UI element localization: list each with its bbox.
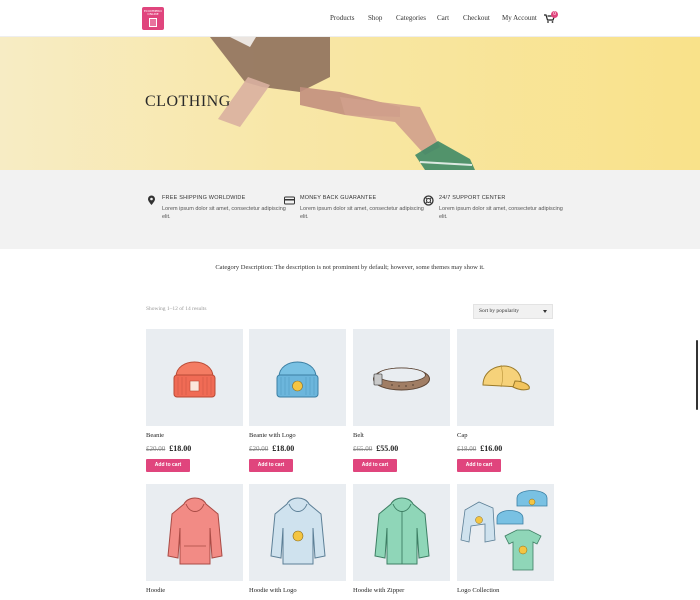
- belt-icon: [373, 367, 430, 391]
- product-name[interactable]: Cap: [457, 432, 554, 439]
- feature-title: FREE SHIPPING WORLDWIDE: [162, 195, 246, 201]
- old-price: £20.00: [146, 445, 166, 453]
- product-image[interactable]: [146, 484, 243, 581]
- add-to-cart-button[interactable]: Add to cart: [146, 459, 190, 472]
- product-name[interactable]: Hoodie with Logo: [249, 587, 346, 594]
- hero-banner: CLOTHING: [0, 37, 700, 170]
- product-name[interactable]: Beanie with Logo: [249, 432, 346, 439]
- beanie-blue-icon: [276, 361, 319, 398]
- product-image[interactable]: [457, 329, 554, 426]
- product-card: Beanie with Logo £20.00 £18.00 Add to ca…: [249, 329, 346, 472]
- product-price: £20.00 £18.00: [249, 444, 346, 453]
- product-card: Hoodie with Logo: [249, 484, 346, 594]
- sort-selected-label: Sort by popularity: [479, 308, 520, 314]
- nav-cart[interactable]: Cart: [437, 14, 449, 22]
- product-price: £18.00 £16.00: [457, 444, 554, 453]
- product-card: Hoodie with Zipper: [353, 484, 450, 594]
- feature-title: MONEY BACK GUARANTEE: [300, 195, 377, 201]
- cart-count-badge: 0: [551, 11, 558, 18]
- add-to-cart-button[interactable]: Add to cart: [457, 459, 501, 472]
- old-price: £18.00: [457, 445, 477, 453]
- product-name[interactable]: Hoodie: [146, 587, 243, 594]
- product-card: Beanie £20.00 £18.00 Add to cart: [146, 329, 243, 472]
- product-name[interactable]: Logo Collection: [457, 587, 554, 594]
- feature-text: Lorem ipsum dolor sit amet, consectetur …: [439, 206, 563, 220]
- product-name[interactable]: Beanie: [146, 432, 243, 439]
- logo-bag-icon: [149, 18, 157, 27]
- page-scrollbar[interactable]: [696, 340, 698, 410]
- feature-text: Lorem ipsum dolor sit amet, consectetur …: [300, 206, 424, 220]
- sale-price: £55.00: [376, 444, 399, 453]
- feature-title: 24/7 SUPPORT CENTER: [439, 195, 506, 201]
- features-bar: FREE SHIPPING WORLDWIDE Lorem ipsum dolo…: [0, 170, 700, 249]
- hoodie-blue-icon: [270, 497, 326, 565]
- cap-icon: [482, 364, 530, 391]
- beanie-orange-icon: [173, 361, 216, 398]
- site-logo[interactable]: ECOMMERCE ONLINE: [142, 7, 164, 30]
- product-price: £20.00 £18.00: [146, 444, 243, 453]
- sale-price: £16.00: [480, 444, 503, 453]
- chevron-down-icon: [543, 310, 547, 313]
- add-to-cart-button[interactable]: Add to cart: [249, 459, 293, 472]
- logo-collection-icon: [460, 490, 548, 571]
- nav-categories[interactable]: Categories: [396, 14, 426, 22]
- add-to-cart-button[interactable]: Add to cart: [353, 459, 397, 472]
- hoodie-pink-icon: [167, 497, 223, 565]
- product-name[interactable]: Hoodie with Zipper: [353, 587, 450, 594]
- nav-checkout[interactable]: Checkout: [463, 14, 490, 22]
- sale-price: £18.00: [272, 444, 295, 453]
- life-ring-icon: [423, 195, 434, 206]
- product-image[interactable]: [353, 484, 450, 581]
- product-image[interactable]: [353, 329, 450, 426]
- product-image[interactable]: [146, 329, 243, 426]
- product-card: Belt £65.00 £55.00 Add to cart: [353, 329, 450, 472]
- hoodie-green-icon: [374, 497, 430, 565]
- nav-my-account[interactable]: My Account: [502, 14, 537, 22]
- product-card: Cap £18.00 £16.00 Add to cart: [457, 329, 554, 472]
- page-title: CLOTHING: [145, 93, 231, 110]
- hero-runner-image: [210, 37, 475, 170]
- sort-select[interactable]: Sort by popularity: [473, 304, 553, 319]
- result-count: Showing 1–12 of 14 results: [146, 306, 207, 312]
- product-card: Hoodie: [146, 484, 243, 594]
- feature-text: Lorem ipsum dolor sit amet, consectetur …: [162, 206, 286, 220]
- credit-card-icon: [284, 196, 295, 205]
- product-name[interactable]: Belt: [353, 432, 450, 439]
- old-price: £65.00: [353, 445, 373, 453]
- product-image[interactable]: [249, 484, 346, 581]
- product-image[interactable]: [457, 484, 554, 581]
- map-pin-icon: [148, 195, 155, 205]
- sale-price: £18.00: [169, 444, 192, 453]
- product-image[interactable]: [249, 329, 346, 426]
- nav-products[interactable]: Products: [330, 14, 355, 22]
- nav-shop[interactable]: Shop: [368, 14, 382, 22]
- logo-text: ECOMMERCE ONLINE: [144, 10, 162, 15]
- product-card: Logo Collection: [457, 484, 554, 594]
- site-header: ECOMMERCE ONLINE Products Shop Categorie…: [0, 0, 700, 37]
- product-price: £65.00 £55.00: [353, 444, 450, 453]
- old-price: £20.00: [249, 445, 269, 453]
- category-description: Category Description: The description is…: [215, 264, 485, 271]
